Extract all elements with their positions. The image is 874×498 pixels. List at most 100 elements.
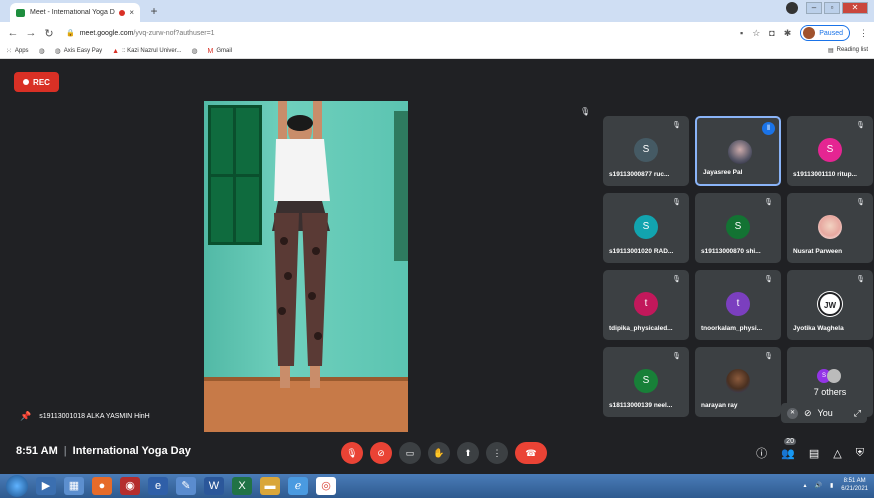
folder-icon[interactable]: ▬ <box>260 477 280 495</box>
participant-tile[interactable]: 🎙 Ss19113000870 shi... <box>695 193 781 263</box>
back-arrow-icon[interactable]: ← <box>6 27 20 39</box>
participant-tile[interactable]: 🎙 Ss19113001110 ritup... <box>787 116 873 186</box>
participant-tile[interactable]: 🎙 Ss18113000139 neel... <box>603 347 689 417</box>
mic-off-icon: 🎙 <box>764 199 773 206</box>
bookmark-globe-2[interactable]: ◍ <box>191 47 197 55</box>
self-view-pill[interactable]: ✕ ⊘ You ⤢ <box>781 403 867 423</box>
puzzle-icon[interactable]: ✱ <box>784 28 792 39</box>
profile-paused-button[interactable]: Paused <box>800 25 850 41</box>
chat-icon[interactable]: ▤ <box>809 447 819 460</box>
recording-dot-icon <box>119 9 126 16</box>
meet-stage: REC 📌 s19113001018 ALKA YASMIN HinH 🎙 🎙 S… <box>0 59 874 474</box>
bookmark-kazi-nazrul[interactable]: ▲:: Kazi Nazrul Univer... <box>112 48 181 55</box>
extension-icon[interactable]: ◘ <box>769 28 774 38</box>
menu-dots-icon[interactable]: ⋮ <box>859 28 868 39</box>
profile-status: Paused <box>819 29 843 37</box>
people-button[interactable]: 20 👥 <box>781 437 796 460</box>
tab-close-icon[interactable]: × <box>129 8 134 17</box>
close-window-button[interactable]: ✕ <box>842 2 868 14</box>
clock-time: 8:51 AM <box>843 478 866 484</box>
bookmark-gmail[interactable]: M Gmail <box>208 48 233 55</box>
address-bar: ← → ↻ 🔒 meet.google.com /yvq-zurw-nof?au… <box>0 22 874 44</box>
chrome-icon[interactable]: ◎ <box>316 477 336 495</box>
word-icon[interactable]: W <box>204 477 224 495</box>
expand-icon[interactable]: ⤢ <box>854 408 861 419</box>
bookmark-star-icon[interactable]: ☆ <box>752 28 760 39</box>
volume-icon[interactable]: 🔊 <box>815 482 822 489</box>
media-player-icon[interactable]: ◉ <box>120 477 140 495</box>
participant-avatar: S <box>634 215 658 239</box>
participant-tile[interactable]: ⦀ Jayasree Pal <box>695 116 781 186</box>
participant-name: Jyotika Waghela <box>793 325 844 332</box>
camera-off-icon: ⊘ <box>377 448 385 458</box>
tray-arrow-icon[interactable]: ▴ <box>803 482 806 489</box>
browser-tab-meet[interactable]: Meet - International Yoga D × <box>10 3 140 22</box>
tray-clock[interactable]: 8:51 AM 6/21/2021 <box>841 477 868 493</box>
meeting-details-icon[interactable]: ⓘ <box>756 445 767 461</box>
mic-off-icon: 🎙 <box>672 276 681 283</box>
mic-off-icon: 🎙 <box>672 353 681 360</box>
participant-tile[interactable]: 🎙 Ss19113000877 ruc... <box>603 116 689 186</box>
gmail-icon: M <box>207 47 214 55</box>
participant-avatar: t <box>634 292 658 316</box>
minimize-button[interactable]: – <box>806 2 822 14</box>
captions-button[interactable]: ▭ <box>399 442 421 464</box>
participant-avatar <box>728 140 752 164</box>
globe-icon: ◍ <box>38 48 45 55</box>
participant-name: tnoorkalam_physi... <box>701 325 763 332</box>
more-vert-icon: ⋮ <box>492 448 502 458</box>
self-label: You <box>817 408 833 418</box>
media-center-icon[interactable]: ▶ <box>36 477 56 495</box>
participant-name: tdipika_physicaled... <box>609 325 673 332</box>
mic-toggle-button[interactable]: 🎙 <box>341 442 363 464</box>
globe-icon: ◍ <box>191 48 198 55</box>
participant-tile[interactable]: 🎙 Ss19113001020 RAD... <box>603 193 689 263</box>
captions-icon: ▭ <box>405 448 415 458</box>
participant-tile[interactable]: 🎙 JW Jyotika Waghela <box>787 270 873 340</box>
activities-icon[interactable]: △ <box>833 447 841 460</box>
participant-tile[interactable]: 🎙 narayan ray <box>695 347 781 417</box>
bookmark-apps[interactable]: ⁙ Apps <box>6 47 29 55</box>
reload-icon[interactable]: ↻ <box>42 27 56 40</box>
maximize-button[interactable]: ▫ <box>824 2 840 14</box>
paint-icon[interactable]: ✎ <box>176 477 196 495</box>
new-tab-button[interactable]: + <box>146 4 162 19</box>
internet-explorer-icon[interactable]: ℯ <box>288 477 308 495</box>
browser-tab-bar: Meet - International Yoga D × + – ▫ ✕ <box>0 0 874 22</box>
mic-off-icon: 🎙 <box>856 276 865 283</box>
leave-call-button[interactable]: ☎ <box>515 442 547 464</box>
start-button[interactable] <box>6 475 28 497</box>
tab-title: Meet - International Yoga D <box>30 9 115 16</box>
meet-favicon-icon <box>16 8 25 17</box>
bookmark-axis-easy-pay[interactable]: ◍ Axis Easy Pay <box>55 47 102 55</box>
main-participant-label: 📌 s19113001018 ALKA YASMIN HinH <box>20 411 150 422</box>
main-video[interactable] <box>204 101 408 432</box>
raise-hand-button[interactable]: ✋ <box>428 442 450 464</box>
forward-arrow-icon[interactable]: → <box>24 27 38 39</box>
url-field[interactable]: 🔒 meet.google.com /yvq-zurw-nof?authuser… <box>66 29 215 38</box>
university-icon: ▲ <box>112 47 120 55</box>
file-explorer-icon[interactable]: ▦ <box>64 477 84 495</box>
firefox-icon[interactable]: ● <box>92 477 112 495</box>
excel-icon[interactable]: X <box>232 477 252 495</box>
participant-name: s19113000870 shi... <box>701 248 761 255</box>
participant-avatar: S <box>726 215 750 239</box>
clock-date: 6/21/2021 <box>841 486 868 492</box>
meeting-time: 8:51 AM <box>16 445 58 457</box>
participant-tile[interactable]: 🎙 t tdipika_physicaled... <box>603 270 689 340</box>
participant-tile[interactable]: 🎙 Nusrat Parween <box>787 193 873 263</box>
pin-icon[interactable]: 📌 <box>20 411 31 422</box>
present-button[interactable]: ⬆ <box>457 442 479 464</box>
more-options-button[interactable]: ⋮ <box>486 442 508 464</box>
participant-name: s19113001110 ritup... <box>793 171 857 178</box>
camera-in-use-icon[interactable]: ▪ <box>740 28 743 38</box>
host-controls-icon[interactable]: ⛨ <box>856 447 864 460</box>
edge-icon[interactable]: e <box>148 477 168 495</box>
network-icon[interactable]: ▮ <box>830 482 833 489</box>
bookmark-globe[interactable]: ◍ <box>39 47 45 55</box>
participant-avatar: S <box>634 369 658 393</box>
camera-toggle-button[interactable]: ⊘ <box>370 442 392 464</box>
participant-tile[interactable]: 🎙 t tnoorkalam_physi... <box>695 270 781 340</box>
participant-avatar <box>818 215 842 239</box>
reading-list-button[interactable]: ▤ Reading list <box>828 47 868 54</box>
